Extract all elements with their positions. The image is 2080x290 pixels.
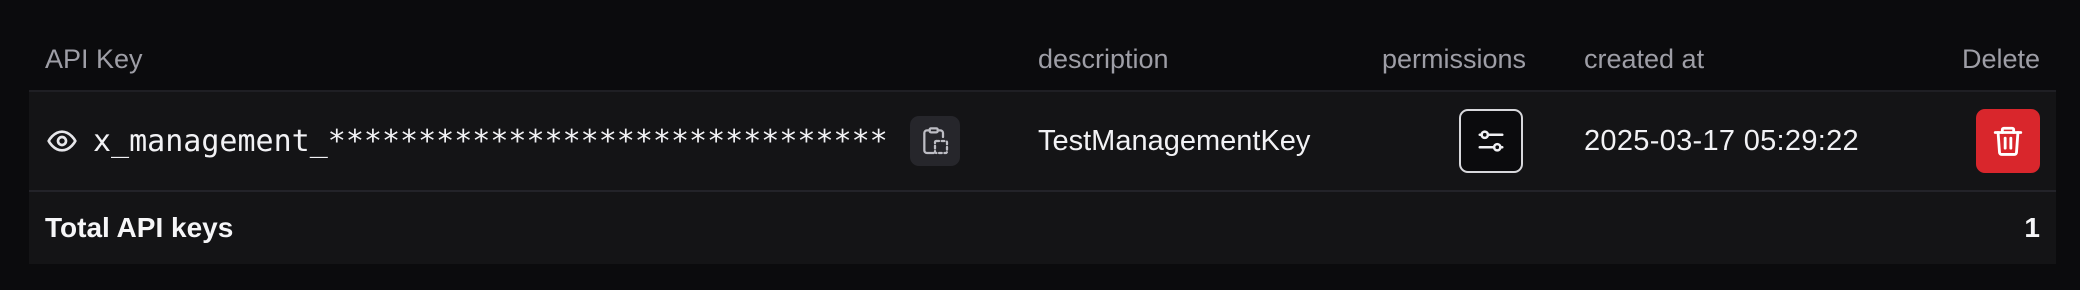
permissions-button[interactable]	[1459, 109, 1523, 173]
table-row: x_management_***************************…	[29, 92, 2056, 192]
api-key-value: x_management_***************************…	[93, 123, 888, 159]
table-footer-row: Total API keys 1	[29, 192, 2056, 264]
header-delete: Delete	[1961, 43, 2040, 74]
header-description: description	[1038, 43, 1169, 74]
trash-icon	[1991, 124, 2025, 158]
clipboard-icon	[919, 125, 951, 157]
sliders-icon	[1476, 126, 1506, 156]
api-keys-table: API Key description permissions created …	[29, 28, 2056, 264]
copy-key-button[interactable]	[909, 116, 960, 166]
delete-cell	[1976, 92, 2040, 190]
created-at-cell: 2025-03-17 05:29:22	[1584, 124, 1859, 157]
description-cell: TestManagementKey	[1038, 124, 1311, 157]
total-keys-label: Total API keys	[45, 212, 234, 243]
header-api-key: API Key	[45, 43, 143, 74]
api-key-cell: x_management_***************************…	[45, 92, 960, 190]
eye-icon[interactable]	[45, 124, 79, 158]
header-permissions: permissions	[1382, 43, 1527, 74]
table-header-row: API Key description permissions created …	[29, 28, 2056, 92]
permissions-cell	[1382, 92, 1523, 190]
header-created-at: created at	[1584, 43, 1705, 74]
delete-key-button[interactable]	[1976, 109, 2040, 173]
total-keys-count: 1	[2024, 212, 2040, 243]
